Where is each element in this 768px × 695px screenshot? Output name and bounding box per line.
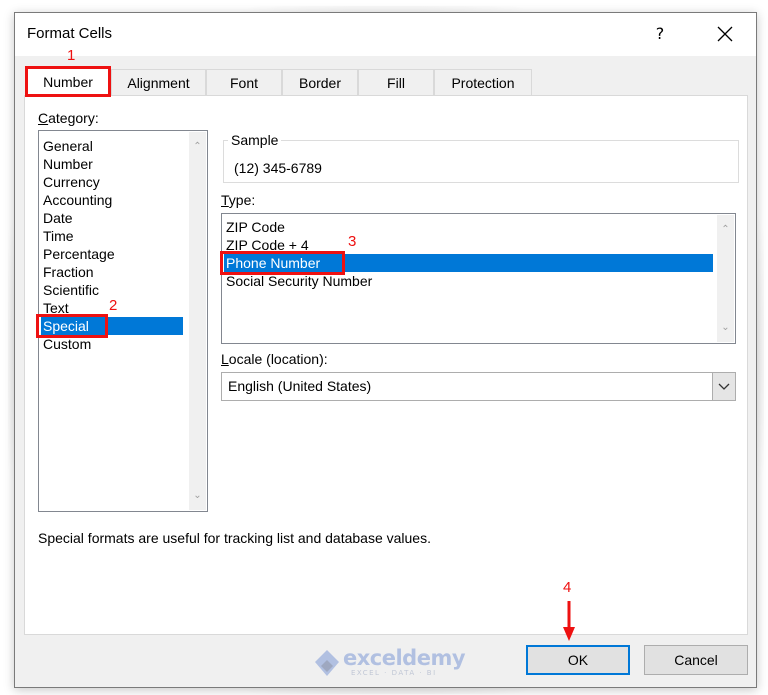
watermark-tagline: EXCEL · DATA · BI [351, 669, 437, 677]
chevron-down-icon [718, 383, 730, 390]
category-scrollbar[interactable]: ⌃ ⌄ [189, 132, 206, 510]
annotation-step-2: 2 [109, 297, 118, 314]
category-item-time[interactable]: Time [43, 227, 74, 245]
type-listbox[interactable]: ZIP Code ZIP Code + 4 Phone Number Socia… [221, 213, 736, 344]
annotation-arrow-icon [563, 601, 575, 641]
category-item-accounting[interactable]: Accounting [43, 191, 112, 209]
annotation-box-phone-number [220, 251, 345, 275]
watermark-brand: exceldemy [343, 646, 466, 670]
locale-label: Locale (location): [221, 351, 328, 367]
format-cells-dialog: Format Cells ? Number Alignment Font Bor… [14, 12, 757, 688]
scroll-up-icon[interactable]: ⌃ [717, 221, 734, 238]
scroll-up-icon[interactable]: ⌃ [189, 138, 206, 155]
close-icon [717, 26, 733, 42]
locale-value: English (United States) [228, 378, 372, 394]
ok-button[interactable]: OK [526, 645, 630, 675]
tab-border[interactable]: Border [282, 69, 358, 96]
description-text: Special formats are useful for tracking … [38, 530, 431, 546]
annotation-step-4: 4 [563, 579, 572, 596]
tab-fill[interactable]: Fill [358, 69, 434, 96]
type-item-zip-code[interactable]: ZIP Code [226, 218, 285, 236]
help-button[interactable]: ? [645, 21, 675, 47]
exceldemy-logo-icon [315, 650, 339, 676]
category-item-scientific[interactable]: Scientific [43, 281, 99, 299]
tab-alignment[interactable]: Alignment [111, 69, 206, 96]
scroll-down-icon[interactable]: ⌄ [189, 487, 206, 504]
title-bar: Format Cells ? [15, 13, 756, 56]
tab-font[interactable]: Font [206, 69, 282, 96]
cancel-button[interactable]: Cancel [644, 645, 748, 675]
annotation-step-1: 1 [67, 47, 76, 64]
dropdown-button[interactable] [712, 373, 735, 400]
category-item-fraction[interactable]: Fraction [43, 263, 94, 281]
type-scrollbar[interactable]: ⌃ ⌄ [717, 215, 734, 342]
category-item-date[interactable]: Date [43, 209, 73, 227]
category-item-currency[interactable]: Currency [43, 173, 100, 191]
category-item-percentage[interactable]: Percentage [43, 245, 115, 263]
close-button[interactable] [709, 21, 741, 47]
locale-dropdown[interactable]: English (United States) [221, 372, 736, 401]
annotation-box-special [36, 314, 108, 338]
tab-protection[interactable]: Protection [434, 69, 532, 96]
category-item-general[interactable]: General [43, 137, 93, 155]
type-label: Type: [221, 192, 256, 208]
sample-value: (12) 345-6789 [234, 160, 322, 176]
category-item-number[interactable]: Number [43, 155, 93, 173]
sample-label: Sample [228, 132, 282, 148]
annotation-box-number-tab [25, 66, 111, 97]
annotation-step-3: 3 [348, 233, 357, 250]
number-tab-panel: Category: General Number Currency Accoun… [24, 95, 748, 635]
category-label: Category: [38, 110, 99, 126]
dialog-title: Format Cells [27, 25, 113, 42]
scroll-down-icon[interactable]: ⌄ [717, 319, 734, 336]
exceldemy-watermark: exceldemy EXCEL · DATA · BI [311, 646, 466, 680]
